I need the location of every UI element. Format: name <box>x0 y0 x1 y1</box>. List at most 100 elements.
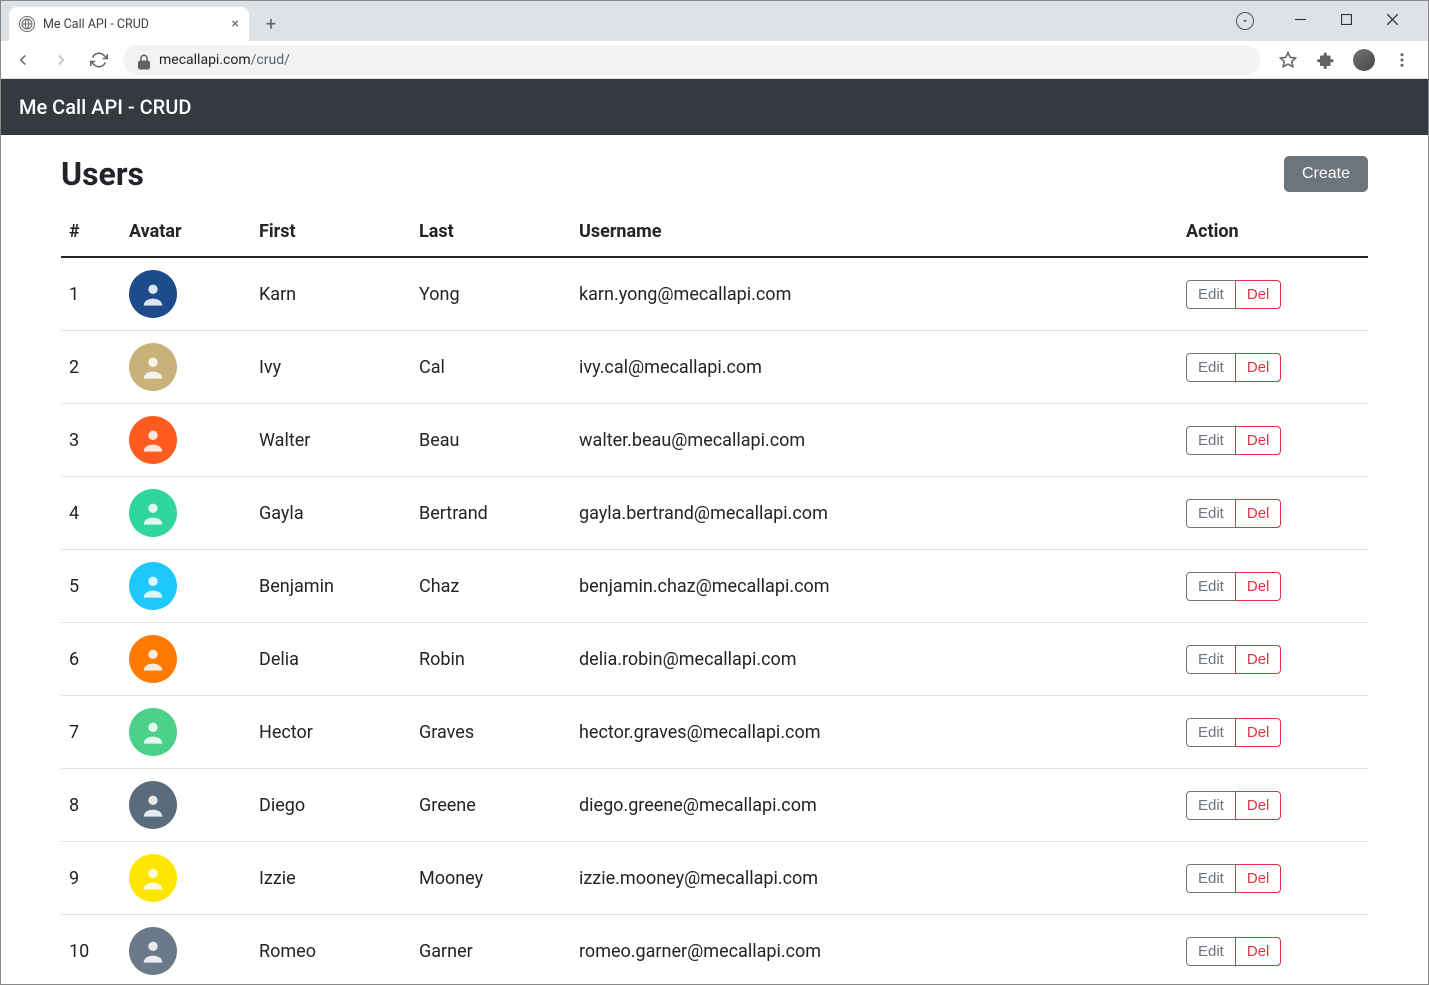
edit-button[interactable]: Edit <box>1186 280 1236 309</box>
forward-button[interactable] <box>47 46 75 74</box>
url-text: mecallapi.com/crud/ <box>159 52 290 68</box>
window-minimize-button[interactable] <box>1286 14 1314 29</box>
table-row: 9IzzieMooneyizzie.mooney@mecallapi.comEd… <box>61 842 1368 915</box>
cell-avatar <box>121 915 251 985</box>
cell-username: walter.beau@mecallapi.com <box>571 404 1178 477</box>
edit-button[interactable]: Edit <box>1186 499 1236 528</box>
back-button[interactable] <box>9 46 37 74</box>
delete-button[interactable]: Del <box>1235 426 1282 455</box>
cell-action: EditDel <box>1178 915 1368 985</box>
row-actions: EditDel <box>1186 791 1281 820</box>
cell-last: Chaz <box>411 550 571 623</box>
cell-last: Robin <box>411 623 571 696</box>
delete-button[interactable]: Del <box>1235 791 1282 820</box>
browser-tab[interactable]: Me Call API - CRUD × <box>9 7 249 41</box>
cell-first: Diego <box>251 769 411 842</box>
new-tab-button[interactable]: + <box>257 10 285 38</box>
table-row: 3WalterBeauwalter.beau@mecallapi.comEdit… <box>61 404 1368 477</box>
page-title: Users <box>61 155 144 193</box>
url-host: mecallapi.com <box>159 52 251 68</box>
edit-button[interactable]: Edit <box>1186 353 1236 382</box>
window-maximize-button[interactable] <box>1332 14 1360 29</box>
cell-action: EditDel <box>1178 331 1368 404</box>
account-icon[interactable] <box>1236 12 1254 30</box>
globe-icon <box>19 16 35 32</box>
edit-button[interactable]: Edit <box>1186 426 1236 455</box>
cell-first: Delia <box>251 623 411 696</box>
profile-avatar[interactable] <box>1352 48 1376 72</box>
cell-username: romeo.garner@mecallapi.com <box>571 915 1178 985</box>
table-row: 6DeliaRobindelia.robin@mecallapi.comEdit… <box>61 623 1368 696</box>
edit-button[interactable]: Edit <box>1186 645 1236 674</box>
avatar <box>129 708 177 756</box>
edit-button[interactable]: Edit <box>1186 864 1236 893</box>
row-actions: EditDel <box>1186 426 1281 455</box>
col-header-idx: # <box>61 211 121 257</box>
col-header-avatar: Avatar <box>121 211 251 257</box>
cell-username: hector.graves@mecallapi.com <box>571 696 1178 769</box>
browser-toolbar: mecallapi.com/crud/ <box>1 41 1428 79</box>
cell-last: Yong <box>411 257 571 331</box>
cell-first: Benjamin <box>251 550 411 623</box>
cell-action: EditDel <box>1178 550 1368 623</box>
url-path: /crud/ <box>251 52 290 68</box>
content: Users Create # Avatar First Last Usernam… <box>1 135 1428 984</box>
cell-last: Garner <box>411 915 571 985</box>
avatar <box>129 562 177 610</box>
cell-idx: 5 <box>61 550 121 623</box>
menu-icon[interactable] <box>1390 48 1414 72</box>
app-header: Me Call API - CRUD <box>1 79 1428 135</box>
cell-last: Mooney <box>411 842 571 915</box>
delete-button[interactable]: Del <box>1235 937 1282 966</box>
delete-button[interactable]: Del <box>1235 718 1282 747</box>
avatar <box>129 270 177 318</box>
row-actions: EditDel <box>1186 353 1281 382</box>
cell-username: izzie.mooney@mecallapi.com <box>571 842 1178 915</box>
create-button[interactable]: Create <box>1284 156 1368 192</box>
cell-last: Beau <box>411 404 571 477</box>
col-header-first: First <box>251 211 411 257</box>
browser-tab-strip: Me Call API - CRUD × + <box>1 1 1428 41</box>
cell-action: EditDel <box>1178 477 1368 550</box>
delete-button[interactable]: Del <box>1235 280 1282 309</box>
window-close-button[interactable] <box>1378 14 1406 29</box>
cell-avatar <box>121 842 251 915</box>
cell-first: Romeo <box>251 915 411 985</box>
bookmark-icon[interactable] <box>1276 48 1300 72</box>
cell-avatar <box>121 331 251 404</box>
browser-chrome: Me Call API - CRUD × + <box>1 1 1428 79</box>
extensions-icon[interactable] <box>1314 48 1338 72</box>
cell-avatar <box>121 696 251 769</box>
cell-first: Karn <box>251 257 411 331</box>
delete-button[interactable]: Del <box>1235 353 1282 382</box>
edit-button[interactable]: Edit <box>1186 718 1236 747</box>
toolbar-right <box>1270 48 1420 72</box>
cell-idx: 1 <box>61 257 121 331</box>
users-table: # Avatar First Last Username Action 1Kar… <box>61 211 1368 984</box>
col-header-action: Action <box>1178 211 1368 257</box>
address-bar[interactable]: mecallapi.com/crud/ <box>123 45 1260 75</box>
browser-tab-title: Me Call API - CRUD <box>43 17 224 32</box>
cell-username: benjamin.chaz@mecallapi.com <box>571 550 1178 623</box>
table-row: 1 KarnYongkarn.yong@mecallapi.com EditDel <box>61 257 1368 331</box>
cell-first: Izzie <box>251 842 411 915</box>
edit-button[interactable]: Edit <box>1186 937 1236 966</box>
close-icon[interactable]: × <box>232 16 239 32</box>
cell-username: karn.yong@mecallapi.com <box>571 257 1178 331</box>
avatar <box>129 854 177 902</box>
row-actions: EditDel <box>1186 572 1281 601</box>
delete-button[interactable]: Del <box>1235 499 1282 528</box>
table-row: 7HectorGraveshector.graves@mecallapi.com… <box>61 696 1368 769</box>
lock-icon <box>135 53 149 67</box>
edit-button[interactable]: Edit <box>1186 791 1236 820</box>
delete-button[interactable]: Del <box>1235 645 1282 674</box>
delete-button[interactable]: Del <box>1235 572 1282 601</box>
table-row: 5 BenjaminChazbenjamin.chaz@mecallapi.com… <box>61 550 1368 623</box>
delete-button[interactable]: Del <box>1235 864 1282 893</box>
reload-button[interactable] <box>85 46 113 74</box>
cell-username: gayla.bertrand@mecallapi.com <box>571 477 1178 550</box>
row-actions: EditDel <box>1186 645 1281 674</box>
row-actions: EditDel <box>1186 937 1281 966</box>
edit-button[interactable]: Edit <box>1186 572 1236 601</box>
app-viewport: Me Call API - CRUD Users Create # Avatar… <box>1 79 1428 984</box>
